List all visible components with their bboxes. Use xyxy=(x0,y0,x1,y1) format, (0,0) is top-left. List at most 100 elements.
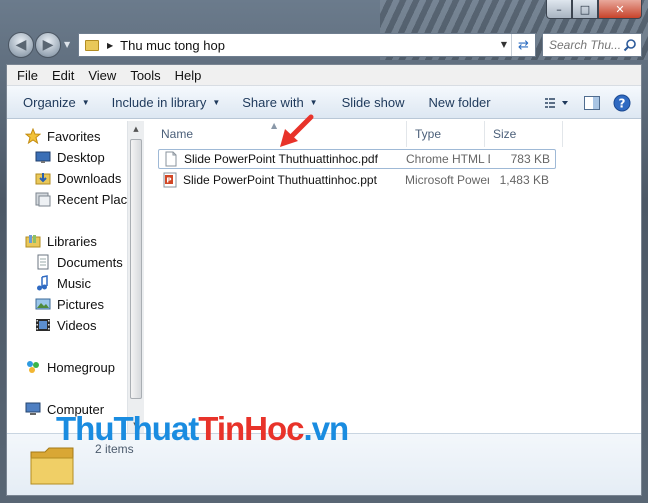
nav-libraries-label: Libraries xyxy=(47,233,97,249)
caption-buttons: – □ ✕ xyxy=(546,0,642,20)
desktop-icon xyxy=(35,149,51,165)
file-size: 783 KB xyxy=(510,152,550,166)
organize-button[interactable]: Organize ▼ xyxy=(13,95,100,110)
share-with-button[interactable]: Share with ▼ xyxy=(232,95,327,110)
slide-show-button[interactable]: Slide show xyxy=(332,95,415,110)
view-options-icon xyxy=(545,97,568,108)
search-input[interactable] xyxy=(549,38,623,52)
nav-documents[interactable]: Documents xyxy=(35,254,123,270)
back-arrow-icon: ◀ xyxy=(15,37,27,53)
recent-places-icon xyxy=(35,191,51,207)
navigation-scrollbar[interactable]: ▲ ▼ xyxy=(127,121,144,433)
menu-view[interactable]: View xyxy=(81,68,123,83)
nav-downloads-label: Downloads xyxy=(57,170,122,186)
minimize-button[interactable]: – xyxy=(546,0,572,19)
menu-bar: File Edit View Tools Help xyxy=(7,65,641,86)
nav-desktop-label: Desktop xyxy=(57,149,105,165)
nav-pictures-label: Pictures xyxy=(57,296,104,312)
nav-libraries[interactable]: Libraries xyxy=(25,233,97,249)
breadcrumb-chevron-icon[interactable]: ▶ xyxy=(107,41,113,50)
preview-pane-icon xyxy=(584,95,600,110)
file-row[interactable]: P Slide PowerPoint Thuthuattinhoc.ppt Mi… xyxy=(158,170,556,190)
file-list: Name ▲ Type Size Slide PowerPoint Thuthu… xyxy=(145,114,641,433)
file-row[interactable]: Slide PowerPoint Thuthuattinhoc.pdf Chro… xyxy=(158,149,556,169)
new-folder-label: New folder xyxy=(428,94,491,110)
chevron-down-icon: ▼ xyxy=(81,97,90,107)
file-name: Slide PowerPoint Thuthuattinhoc.pdf xyxy=(184,152,378,166)
pdf-file-icon xyxy=(163,151,179,167)
nav-pictures[interactable]: Pictures xyxy=(35,296,104,312)
toolbar-right-group: ? xyxy=(539,86,641,119)
file-size: 1,483 KB xyxy=(499,173,549,187)
nav-music-label: Music xyxy=(57,275,91,291)
star-icon xyxy=(24,127,42,145)
file-name: Slide PowerPoint Thuthuattinhoc.ppt xyxy=(183,173,377,187)
documents-icon xyxy=(35,254,51,270)
scroll-up-arrow-icon[interactable]: ▲ xyxy=(128,121,144,137)
menu-file[interactable]: File xyxy=(10,68,45,83)
chevron-down-icon: ▼ xyxy=(309,97,318,107)
breadcrumb-current-folder[interactable]: Thu muc tong hop xyxy=(120,38,225,53)
nav-downloads[interactable]: Downloads xyxy=(35,170,121,186)
window-frame: – □ ✕ ◀ ▶ ▼ ▶ Thu muc tong hop ▼ ⇄ Searc… xyxy=(0,0,648,503)
command-bar: Organize ▼ Include in library ▼ Share wi… xyxy=(7,86,641,119)
libraries-icon xyxy=(25,233,41,249)
refresh-icon: ⇄ xyxy=(518,37,529,53)
music-note-icon xyxy=(35,275,51,291)
address-history-dropdown[interactable]: ▼ xyxy=(501,40,507,49)
include-in-library-button[interactable]: Include in library ▼ xyxy=(102,95,231,110)
folder-icon xyxy=(85,39,99,51)
close-button[interactable]: ✕ xyxy=(598,0,642,19)
maximize-button[interactable]: □ xyxy=(572,0,598,19)
nav-desktop[interactable]: Desktop xyxy=(35,149,105,165)
computer-icon xyxy=(25,401,41,417)
nav-music[interactable]: Music xyxy=(35,275,91,291)
watermark-part-1: ThuThuat xyxy=(56,410,199,447)
include-in-library-label: Include in library xyxy=(111,94,207,110)
watermark-part-3: .vn xyxy=(303,410,350,447)
file-type: Microsoft PowerPoint 97-2003 xyxy=(405,173,489,187)
column-header-type[interactable]: Type xyxy=(407,121,485,147)
nav-recent-places[interactable]: Recent Places xyxy=(35,191,127,207)
watermark-logo: ThuThuatTinHoc.vn xyxy=(56,410,350,448)
address-bar[interactable]: ▶ Thu muc tong hop ▼ ⇄ xyxy=(78,33,536,57)
nav-documents-label: Documents xyxy=(57,254,123,270)
nav-recent-places-label: Recent Places xyxy=(57,191,127,207)
film-icon xyxy=(35,317,51,333)
nav-videos-label: Videos xyxy=(57,317,97,333)
powerpoint-file-icon: P xyxy=(162,172,178,188)
column-header-size[interactable]: Size xyxy=(485,121,563,147)
preview-pane-button[interactable] xyxy=(577,86,607,119)
share-with-label: Share with xyxy=(242,94,304,110)
refresh-button[interactable]: ⇄ xyxy=(511,34,535,56)
recent-pages-dropdown[interactable]: ▼ xyxy=(64,40,70,49)
svg-text:P: P xyxy=(166,177,171,185)
slide-show-label: Slide show xyxy=(341,94,405,110)
folder-icon xyxy=(30,447,74,485)
nav-homegroup[interactable]: Homegroup xyxy=(25,359,115,375)
nav-homegroup-label: Homegroup xyxy=(47,359,115,375)
nav-videos[interactable]: Videos xyxy=(35,317,97,333)
nav-favorites[interactable]: Favorites xyxy=(24,127,100,145)
menu-edit[interactable]: Edit xyxy=(45,68,81,83)
menu-tools[interactable]: Tools xyxy=(123,68,167,83)
forward-arrow-icon: ▶ xyxy=(42,37,54,53)
file-type: Chrome HTML Document xyxy=(406,152,490,166)
scrollbar-thumb[interactable] xyxy=(130,139,142,399)
search-box xyxy=(542,33,642,57)
red-arrow-annotation xyxy=(280,114,314,147)
column-headers: Name ▲ Type Size xyxy=(145,121,641,147)
back-button[interactable]: ◀ xyxy=(8,32,34,58)
forward-button[interactable]: ▶ xyxy=(35,32,61,58)
change-view-button[interactable] xyxy=(539,86,577,119)
column-size-label: Size xyxy=(493,127,517,141)
organize-label: Organize xyxy=(23,94,76,110)
navigation-pane: Favorites Desktop Downloads Recent Plac … xyxy=(7,121,127,433)
new-folder-button[interactable]: New folder xyxy=(418,95,500,110)
help-icon: ? xyxy=(613,94,631,111)
search-icon[interactable] xyxy=(623,38,637,52)
content-panes: Favorites Desktop Downloads Recent Plac … xyxy=(7,114,641,433)
watermark-part-2: TinHoc xyxy=(198,410,304,447)
menu-help[interactable]: Help xyxy=(168,68,209,83)
help-button[interactable]: ? xyxy=(607,86,637,119)
